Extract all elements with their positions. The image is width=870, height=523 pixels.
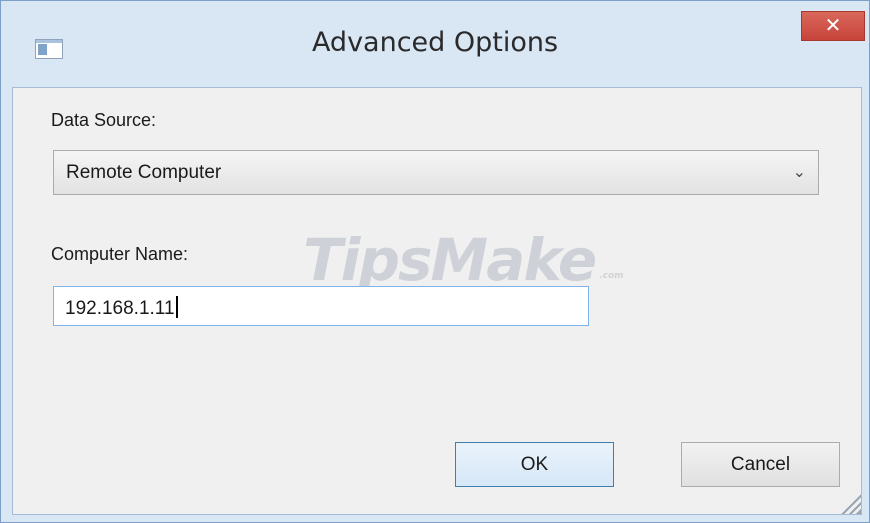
data-source-selected-value: Remote Computer xyxy=(66,162,222,183)
ok-button[interactable]: OK xyxy=(455,442,614,487)
chevron-down-icon: ⌄ xyxy=(792,162,806,181)
data-source-dropdown[interactable]: Remote Computer ⌄ xyxy=(53,150,819,195)
text-caret xyxy=(175,296,178,318)
close-button[interactable]: ✕ xyxy=(801,11,865,41)
data-source-label: Data Source: xyxy=(51,110,157,130)
watermark-logo: TipsMake .com xyxy=(303,226,624,294)
advanced-options-dialog: Advanced Options ✕ Data Source: Remote C… xyxy=(0,0,870,523)
title-bar[interactable]: Advanced Options ✕ xyxy=(1,1,869,87)
window-title: Advanced Options xyxy=(311,27,559,58)
cancel-button[interactable]: Cancel xyxy=(681,442,840,487)
dialog-body: Data Source: Remote Computer ⌄ Computer … xyxy=(12,87,862,515)
resize-grip[interactable] xyxy=(839,492,861,514)
computer-name-value: 192.168.1.11 xyxy=(65,298,175,319)
computer-name-input[interactable]: 192.168.1.11 xyxy=(53,286,589,326)
computer-name-label: Computer Name: xyxy=(51,244,189,264)
